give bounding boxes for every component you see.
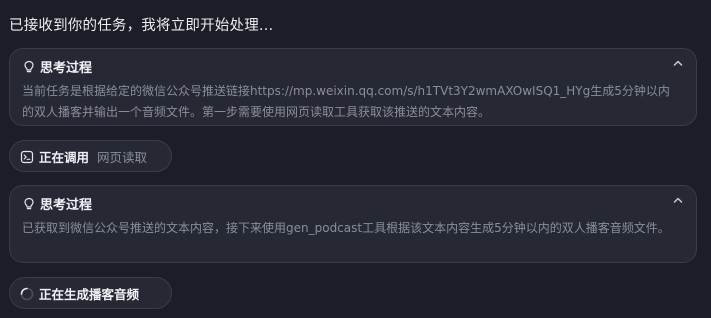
chat-panel: 已接收到你的任务，我将立即开始处理... 思考过程 当前任务是根据给定的微信公众… [0,0,711,318]
tool-call-pill[interactable]: 正在调用 网页读取 [9,140,172,172]
thinking-card-header[interactable]: 思考过程 [22,57,684,76]
generating-status-pill[interactable]: 正在生成播客音频 [9,277,172,309]
tool-call-status: 正在调用 [39,149,90,165]
assistant-intro-message: 已接收到你的任务，我将立即开始处理... [9,18,274,34]
thinking-card-body: 当前任务是根据给定的微信公众号推送链接https://mp.weixin.qq.… [22,84,670,119]
terminal-icon [20,149,34,164]
thinking-card-1: 思考过程 当前任务是根据给定的微信公众号推送链接https://mp.weixi… [9,48,697,126]
lightbulb-icon [22,196,36,210]
lightbulb-icon [22,59,36,73]
thinking-card-2: 思考过程 已获取到微信公众号推送的文本内容，接下来使用gen_podcast工具… [9,185,697,263]
spinner-icon [20,286,34,301]
generating-status-label: 正在生成播客音频 [39,286,140,302]
chevron-up-icon[interactable] [670,55,686,71]
thinking-card-title: 思考过程 [40,197,93,213]
thinking-card-title: 思考过程 [40,60,93,76]
tool-call-name: 网页读取 [97,149,148,165]
thinking-card-header[interactable]: 思考过程 [22,194,684,213]
thinking-card-body: 已获取到微信公众号推送的文本内容，接下来使用gen_podcast工具根据该文本… [22,221,670,235]
chevron-up-icon[interactable] [670,192,686,208]
